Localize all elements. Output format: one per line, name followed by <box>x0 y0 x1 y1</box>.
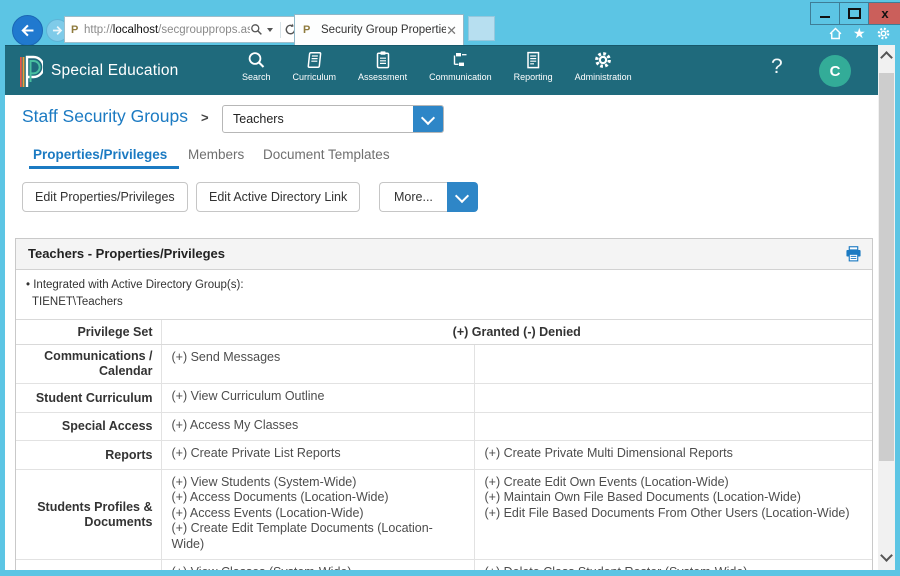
search-icon[interactable] <box>250 23 263 36</box>
granted-privileges-left: (+) Create Private List Reports <box>161 441 474 470</box>
granted-privileges-left: (+) Send Messages <box>161 345 474 384</box>
site-favicon: P <box>71 24 84 36</box>
window-controls: x <box>810 2 900 25</box>
group-select-value: Teachers <box>223 106 413 132</box>
nav-item-administration[interactable]: Administration <box>564 50 643 82</box>
more-actions-button[interactable]: More... <box>379 182 478 212</box>
tab-document-templates[interactable]: Document Templates <box>263 147 390 162</box>
favorites-star-icon[interactable]: ★ <box>853 25 866 41</box>
new-tab-button[interactable] <box>468 16 495 41</box>
tab-title: Security Group Properties <box>321 24 446 36</box>
granted-privileges-right <box>474 345 872 384</box>
nav-item-curriculum[interactable]: Curriculum <box>282 50 348 82</box>
reporting-document-icon <box>523 50 543 70</box>
maximize-button[interactable] <box>840 2 869 25</box>
scroll-up-icon[interactable] <box>880 51 893 64</box>
chevron-down-icon <box>421 110 435 124</box>
app-header: Special Education Search Curriculum Asse… <box>5 45 878 95</box>
page-scrollbar[interactable] <box>878 45 895 570</box>
nav-item-reporting[interactable]: Reporting <box>503 50 564 82</box>
privileges-table-header-row: Privilege Set (+) Granted (-) Denied <box>16 320 872 345</box>
privilege-set-label: Reports <box>16 441 161 470</box>
assessment-clipboard-icon <box>373 50 393 70</box>
group-select[interactable]: Teachers <box>222 105 444 133</box>
column-header-granted-denied: (+) Granted (-) Denied <box>161 320 872 345</box>
granted-privileges-right: (+) Create Edit Own Events (Location-Wid… <box>474 469 872 560</box>
panel-title: Teachers - Properties/Privileges <box>16 239 872 269</box>
page-content: Staff Security Groups > Teachers Propert… <box>5 95 878 570</box>
granted-privileges-left: (+) Access My Classes <box>161 412 474 441</box>
granted-privileges-right <box>474 384 872 413</box>
curriculum-book-icon <box>304 50 324 70</box>
divider <box>280 22 281 38</box>
edit-properties-privileges-button[interactable]: Edit Properties/Privileges <box>22 182 188 212</box>
privilege-set-label: Students Profiles & Documents <box>16 469 161 560</box>
search-options-caret-icon[interactable] <box>267 28 273 32</box>
privilege-set-label: Classes Profiles <box>16 560 161 570</box>
address-bar[interactable]: P http://localhost/secgroupprops.aspx <box>64 16 302 43</box>
privilege-set-label: Communications / Calendar <box>16 345 161 384</box>
ad-integration-note: Integrated with Active Directory Group(s… <box>16 270 872 320</box>
app-logo <box>19 53 43 94</box>
forward-arrow-icon <box>51 24 64 37</box>
column-header-privilege-set: Privilege Set <box>16 320 161 345</box>
settings-gear-icon[interactable] <box>876 26 891 41</box>
main-nav: Search Curriculum Assessment Communicati… <box>231 50 643 82</box>
printer-icon <box>845 246 862 262</box>
edit-active-directory-link-button[interactable]: Edit Active Directory Link <box>196 182 360 212</box>
privilege-set-label: Special Access <box>16 412 161 441</box>
tab-properties-privileges[interactable]: Properties/Privileges <box>33 147 167 162</box>
scrollbar-thumb[interactable] <box>879 73 894 461</box>
granted-privileges-right: (+) Delete Class Student Roster (System-… <box>474 560 872 570</box>
privilege-set-label: Student Curriculum <box>16 384 161 413</box>
privileges-panel: Teachers - Properties/Privileges Integra… <box>15 238 873 570</box>
active-tab-underline <box>29 166 179 169</box>
tab-members[interactable]: Members <box>188 147 244 162</box>
granted-privileges-left: (+) View Classes (System-Wide)(+) View C… <box>161 560 474 570</box>
privilege-row: Student Curriculum(+) View Curriculum Ou… <box>16 384 872 413</box>
breadcrumb-groups-link[interactable]: Staff Security Groups <box>22 106 188 127</box>
nav-item-communication[interactable]: Communication <box>418 50 503 82</box>
privileges-table-body: Communications / Calendar(+) Send Messag… <box>16 345 872 570</box>
more-dropdown-button[interactable] <box>447 182 478 212</box>
back-button[interactable] <box>12 15 43 46</box>
close-icon: x <box>881 6 888 21</box>
granted-privileges-right: (+) Create Private Multi Dimensional Rep… <box>474 441 872 470</box>
user-avatar[interactable]: C <box>819 55 851 87</box>
breadcrumb-separator: > <box>201 110 209 125</box>
browser-tab[interactable]: P Security Group Properties ✕ <box>294 14 464 45</box>
scroll-down-icon[interactable] <box>880 549 893 562</box>
browser-window: x P http://localhost/secgroupprops.aspx … <box>0 0 900 576</box>
granted-privileges-left: (+) View Curriculum Outline <box>161 384 474 413</box>
maximize-icon <box>848 8 861 19</box>
communication-flow-icon <box>450 50 470 70</box>
tab-favicon: P <box>303 24 316 36</box>
search-nav-icon <box>246 50 266 70</box>
chevron-down-icon <box>455 188 469 202</box>
granted-privileges-right <box>474 412 872 441</box>
privilege-row: Special Access(+) Access My Classes <box>16 412 872 441</box>
url-text: http://localhost/secgroupprops.aspx <box>84 24 250 36</box>
app-title: Special Education <box>51 62 178 80</box>
help-button[interactable]: ? <box>771 55 783 79</box>
administration-gear-icon <box>593 50 613 70</box>
home-icon[interactable] <box>828 26 843 41</box>
tab-close-icon[interactable]: ✕ <box>446 24 457 37</box>
minimize-icon <box>820 16 830 18</box>
nav-item-search[interactable]: Search <box>231 50 282 82</box>
back-arrow-icon <box>19 22 36 39</box>
minimize-button[interactable] <box>810 2 840 25</box>
privilege-row: Reports(+) Create Private List Reports(+… <box>16 441 872 470</box>
more-label: More... <box>379 182 447 212</box>
privilege-row: Communications / Calendar(+) Send Messag… <box>16 345 872 384</box>
nav-item-assessment[interactable]: Assessment <box>347 50 418 82</box>
privilege-row: Classes Profiles(+) View Classes (System… <box>16 560 872 570</box>
print-button[interactable] <box>845 246 862 267</box>
granted-privileges-left: (+) View Students (System-Wide)(+) Acces… <box>161 469 474 560</box>
privilege-row: Students Profiles & Documents(+) View St… <box>16 469 872 560</box>
privileges-table: Privilege Set (+) Granted (-) Denied Com… <box>16 320 872 570</box>
close-button[interactable]: x <box>869 2 900 25</box>
group-select-button[interactable] <box>413 106 443 132</box>
